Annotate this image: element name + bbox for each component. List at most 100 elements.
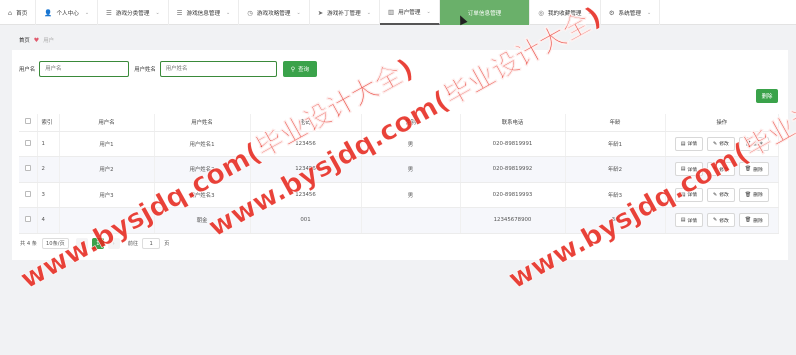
row-checkbox[interactable] <box>19 182 38 208</box>
nav-item[interactable]: ☰ 游戏信息管理 ⌄ <box>169 0 240 25</box>
cell-username: 用户1 <box>59 131 155 157</box>
settings-icon: ⚙ <box>608 8 615 17</box>
cell-phone: 12345678900 <box>460 207 566 234</box>
list-icon: ☰ <box>176 8 183 17</box>
pager-goto-label: 前往 <box>127 241 139 247</box>
nav-item-label: 系统管理 <box>618 10 641 17</box>
content-panel: 用户名 用户姓名 ⚲ 查询 删除 索引 用户名 用户姓名 密码 性别 联系电话 … <box>12 50 788 260</box>
pager-goto-input[interactable]: 1 <box>142 238 161 249</box>
breadcrumb: 首页 ♥ 用户 <box>19 36 54 45</box>
nav-item-label: 我的收藏管理 <box>547 10 582 17</box>
row-checkbox[interactable] <box>19 131 38 157</box>
batch-delete-button[interactable]: 删除 <box>756 89 778 103</box>
cell-username: 用户2 <box>59 156 155 183</box>
cell-phone: 020-89819993 <box>460 182 566 208</box>
delete-button-label: 删除 <box>753 142 763 148</box>
pencil-icon: ✎ <box>713 140 718 147</box>
document-icon: ▤ <box>680 217 686 224</box>
delete-button[interactable]: 🗑 删除 <box>738 213 769 228</box>
user-icon: 👤 <box>44 8 53 17</box>
breadcrumb-current: 用户 <box>43 38 54 44</box>
cell-gender: 男 <box>361 131 461 157</box>
clock-icon: ◷ <box>247 8 253 17</box>
column-header: 操作 <box>665 114 779 132</box>
pagination: 共 4 条 10条/页 ‹ 1 › 前往 1 页 <box>20 238 169 249</box>
nav-item-label: 订单信息管理 <box>467 10 502 17</box>
cell-age: 年龄1 <box>565 131 666 157</box>
page-size-select[interactable]: 10条/页 <box>41 238 69 249</box>
edit-button[interactable]: ✎ 修改 <box>707 187 735 202</box>
detail-button[interactable]: ▤ 详情 <box>674 162 704 177</box>
column-header: 用户姓名 <box>154 114 251 132</box>
search-button[interactable]: ⚲ 查询 <box>282 61 317 77</box>
detail-button[interactable]: ▤ 详情 <box>674 213 704 228</box>
nav-item[interactable]: ◷ 游戏攻略管理 ⌄ <box>239 0 310 25</box>
detail-button[interactable]: ▤ 详情 <box>674 136 704 151</box>
row-checkbox[interactable] <box>19 156 38 183</box>
pencil-icon: ✎ <box>713 191 718 198</box>
send-icon: ➤ <box>317 8 324 17</box>
table-row: 3 用户3 用户姓名3 123456 男 020-89819993 年龄3 ▤ 详情 ✎ 修改 🗑 删除 <box>19 182 779 208</box>
cell-password: 123456 <box>250 131 362 157</box>
cell-age: 年龄3 <box>565 182 666 208</box>
nav-item[interactable]: ➤ 游戏补丁管理 ⌄ <box>310 0 380 25</box>
nav-item-label: 用户管理 <box>398 9 421 16</box>
breadcrumb-home[interactable]: 首页 <box>19 36 30 44</box>
chart-icon: ▥ <box>387 7 395 16</box>
pager-prev-button[interactable]: ‹ <box>75 238 88 249</box>
cell-idx: 4 <box>37 207 60 234</box>
chevron-down-icon: ⌄ <box>587 9 592 16</box>
cell-username: 用户3 <box>59 182 155 208</box>
select-all-checkbox[interactable] <box>19 114 38 132</box>
delete-button[interactable]: 🗑 删除 <box>738 136 769 151</box>
name-input[interactable] <box>159 61 277 77</box>
nav-item[interactable]: ▥ 用户管理 ⌄ <box>379 0 440 25</box>
document-icon: ▤ <box>680 191 686 198</box>
username-input[interactable] <box>39 61 130 77</box>
nav-item[interactable]: ⌂ 首页 <box>0 0 37 25</box>
cell-phone: 020-89819992 <box>460 156 566 183</box>
document-icon: ▤ <box>680 140 686 147</box>
user-table: 索引 用户名 用户姓名 密码 性别 联系电话 年龄 操作 1 用户1 用户姓名1 12… <box>19 114 779 234</box>
nav-item[interactable]: 👤 个人中心 ⌄ <box>36 0 99 25</box>
edit-button[interactable]: ✎ 修改 <box>707 136 735 151</box>
detail-button-label: 详情 <box>687 167 698 173</box>
column-header: 索引 <box>37 114 60 132</box>
row-checkbox[interactable] <box>19 207 38 234</box>
column-header: 用户名 <box>59 114 155 132</box>
nav-item[interactable]: ⚙ 系统管理 ⌄ <box>601 0 661 25</box>
cell-gender: 男 <box>361 182 461 208</box>
nav-item[interactable]: ☰ 游戏分类管理 ⌄ <box>98 0 169 25</box>
delete-button-label: 删除 <box>753 167 763 173</box>
nav-item[interactable]: 订单信息管理 <box>439 0 531 25</box>
detail-button[interactable]: ▤ 详情 <box>674 187 704 202</box>
cell-actions: ▤ 详情 ✎ 修改 🗑 删除 <box>665 156 779 183</box>
delete-button[interactable]: 🗑 删除 <box>738 162 769 177</box>
username-label: 用户名 <box>19 67 36 73</box>
trash-icon: 🗑 <box>744 166 752 173</box>
edit-button[interactable]: ✎ 修改 <box>707 162 735 177</box>
cell-name: 用户姓名3 <box>154 182 251 208</box>
pager-next-button[interactable]: › <box>107 238 120 249</box>
nav-item-label: 游戏补丁管理 <box>327 10 361 17</box>
cell-idx: 1 <box>37 131 60 157</box>
nav-item-label: 游戏攻略管理 <box>256 10 291 17</box>
search-button-label: 查询 <box>298 67 309 73</box>
detail-button-label: 详情 <box>687 218 698 224</box>
pencil-icon: ✎ <box>713 217 718 224</box>
chevron-down-icon: ⌄ <box>366 9 371 16</box>
cell-gender: 男 <box>361 156 461 183</box>
nav-item[interactable]: ◎ 我的收藏管理 ⌄ <box>530 0 601 25</box>
edit-button[interactable]: ✎ 修改 <box>707 213 735 228</box>
table-row: 4 朝金 001 12345678900 36 ▤ 详情 ✎ 修改 🗑 删除 <box>19 207 779 234</box>
cell-name: 用户姓名2 <box>154 156 251 183</box>
delete-button[interactable]: 🗑 删除 <box>738 187 769 202</box>
pager-total: 共 4 条 <box>20 241 37 247</box>
edit-button-label: 修改 <box>719 142 729 148</box>
column-header: 密码 <box>250 114 362 132</box>
pager-page-unit: 页 <box>164 241 170 247</box>
pager-page-1[interactable]: 1 <box>91 238 104 249</box>
edit-button-label: 修改 <box>719 193 729 199</box>
target-icon: ◎ <box>538 8 544 17</box>
chevron-down-icon: ⌄ <box>296 9 301 16</box>
